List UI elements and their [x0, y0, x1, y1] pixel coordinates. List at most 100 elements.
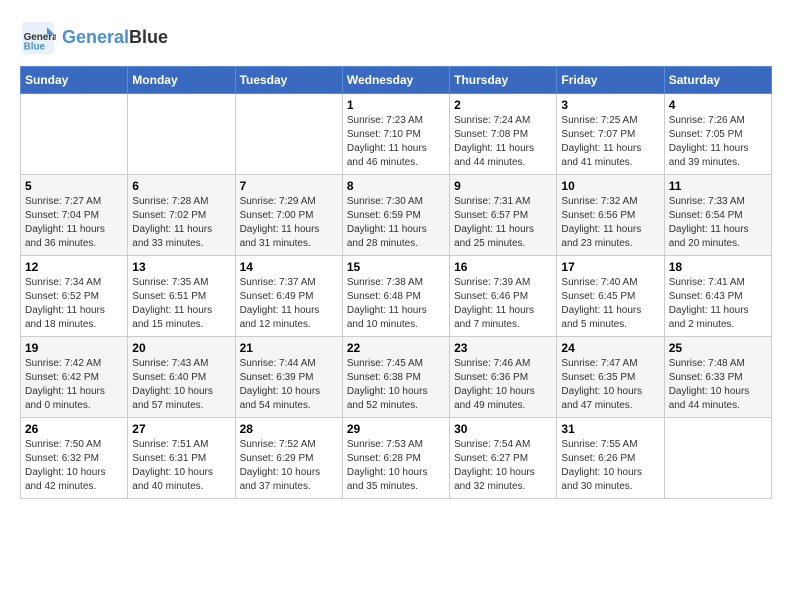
day-info: Sunrise: 7:29 AM Sunset: 7:00 PM Dayligh… [240, 195, 338, 251]
calendar-cell: 21Sunrise: 7:44 AM Sunset: 6:39 PM Dayli… [235, 337, 342, 418]
calendar-cell: 24 Sunrise: 7:47 AM Sunset: 6:35 PM Dayli… [557, 337, 664, 418]
day-info: Sunrise: 7:30 AM Sunset: 6:59 PM Dayligh… [347, 195, 445, 251]
day-number: 18 [669, 260, 767, 274]
day-number: 28 [240, 422, 338, 436]
calendar-cell [235, 94, 342, 175]
calendar-week-row: 19 Sunrise: 7:42 AM Sunset: 6:42 PM Dayli… [21, 337, 772, 418]
calendar-cell: 13 Sunrise: 7:35 AM Sunset: 6:51 PM Dayli… [128, 256, 235, 337]
day-number: 11 [669, 179, 767, 193]
day-info: Sunrise: 7:50 AM Sunset: 6:32 PM Dayligh… [25, 438, 123, 494]
logo: General Blue GeneralBlue [20, 20, 168, 56]
day-number: 14 [240, 260, 338, 274]
day-info: Sunrise: 7:47 AM Sunset: 6:35 PM Dayligh… [561, 357, 659, 413]
day-of-week-header: Saturday [664, 67, 771, 94]
calendar-week-row: 12 Sunrise: 7:34 AM Sunset: 6:52 PM Dayli… [21, 256, 772, 337]
day-info: Sunrise: 7:41 AM Sunset: 6:43 PM Dayligh… [669, 276, 767, 332]
day-number: 20 [132, 341, 230, 355]
day-number: 31 [561, 422, 659, 436]
day-info: Sunrise: 7:53 AM Sunset: 6:28 PM Dayligh… [347, 438, 445, 494]
calendar-cell: 8 Sunrise: 7:30 AM Sunset: 6:59 PM Daylig… [342, 175, 449, 256]
day-info: Sunrise: 7:48 AM Sunset: 6:33 PM Dayligh… [669, 357, 767, 413]
day-number: 5 [25, 179, 123, 193]
calendar-week-row: 5 Sunrise: 7:27 AM Sunset: 7:04 PM Daylig… [21, 175, 772, 256]
day-number: 6 [132, 179, 230, 193]
day-number: 15 [347, 260, 445, 274]
day-info: Sunrise: 7:42 AM Sunset: 6:42 PM Dayligh… [25, 357, 123, 413]
calendar-cell: 31 Sunrise: 7:55 AM Sunset: 6:26 PM Dayli… [557, 418, 664, 499]
calendar-cell: 30 Sunrise: 7:54 AM Sunset: 6:27 PM Dayli… [450, 418, 557, 499]
day-info: Sunrise: 7:23 AM Sunset: 7:10 PM Dayligh… [347, 114, 445, 170]
day-number: 24 [561, 341, 659, 355]
day-info: Sunrise: 7:32 AM Sunset: 6:56 PM Dayligh… [561, 195, 659, 251]
day-info: Sunrise: 7:26 AM Sunset: 7:05 PM Dayligh… [669, 114, 767, 170]
calendar-cell: 17Sunrise: 7:40 AM Sunset: 6:45 PM Dayli… [557, 256, 664, 337]
calendar-cell: 7 Sunrise: 7:29 AM Sunset: 7:00 PM Daylig… [235, 175, 342, 256]
calendar-cell: 22 Sunrise: 7:45 AM Sunset: 6:38 PM Dayli… [342, 337, 449, 418]
calendar-cell: 11 Sunrise: 7:33 AM Sunset: 6:54 PM Dayli… [664, 175, 771, 256]
calendar-cell: 2 Sunrise: 7:24 AM Sunset: 7:08 PM Daylig… [450, 94, 557, 175]
day-number: 10 [561, 179, 659, 193]
day-number: 9 [454, 179, 552, 193]
day-info: Sunrise: 7:35 AM Sunset: 6:51 PM Dayligh… [132, 276, 230, 332]
day-of-week-header: Monday [128, 67, 235, 94]
day-number: 12 [25, 260, 123, 274]
day-number: 29 [347, 422, 445, 436]
calendar-week-row: 1 Sunrise: 7:23 AM Sunset: 7:10 PM Daylig… [21, 94, 772, 175]
day-info: Sunrise: 7:45 AM Sunset: 6:38 PM Dayligh… [347, 357, 445, 413]
day-of-week-header: Thursday [450, 67, 557, 94]
day-info: Sunrise: 7:39 AM Sunset: 6:46 PM Dayligh… [454, 276, 552, 332]
day-of-week-header: Friday [557, 67, 664, 94]
calendar-cell: 16 Sunrise: 7:39 AM Sunset: 6:46 PM Dayli… [450, 256, 557, 337]
logo-text: GeneralBlue [62, 28, 168, 48]
calendar-table: SundayMondayTuesdayWednesdayThursdayFrid… [20, 66, 772, 499]
calendar-cell: 1 Sunrise: 7:23 AM Sunset: 7:10 PM Daylig… [342, 94, 449, 175]
day-number: 8 [347, 179, 445, 193]
day-number: 22 [347, 341, 445, 355]
calendar-cell: 18 Sunrise: 7:41 AM Sunset: 6:43 PM Dayli… [664, 256, 771, 337]
calendar-cell: 9Sunrise: 7:31 AM Sunset: 6:57 PM Daylig… [450, 175, 557, 256]
day-number: 27 [132, 422, 230, 436]
day-of-week-header: Wednesday [342, 67, 449, 94]
calendar-body: 1 Sunrise: 7:23 AM Sunset: 7:10 PM Daylig… [21, 94, 772, 499]
day-of-week-header: Tuesday [235, 67, 342, 94]
day-number: 3 [561, 98, 659, 112]
day-number: 1 [347, 98, 445, 112]
day-number: 25 [669, 341, 767, 355]
day-number: 30 [454, 422, 552, 436]
day-number: 23 [454, 341, 552, 355]
day-number: 2 [454, 98, 552, 112]
day-number: 7 [240, 179, 338, 193]
day-number: 13 [132, 260, 230, 274]
calendar-cell: 29 Sunrise: 7:53 AM Sunset: 6:28 PM Dayli… [342, 418, 449, 499]
calendar-cell: 25 Sunrise: 7:48 AM Sunset: 6:33 PM Dayli… [664, 337, 771, 418]
svg-text:Blue: Blue [24, 42, 46, 53]
calendar-cell: 12 Sunrise: 7:34 AM Sunset: 6:52 PM Dayli… [21, 256, 128, 337]
day-info: Sunrise: 7:27 AM Sunset: 7:04 PM Dayligh… [25, 195, 123, 251]
day-of-week-header: Sunday [21, 67, 128, 94]
day-number: 16 [454, 260, 552, 274]
calendar-cell: 4 Sunrise: 7:26 AM Sunset: 7:05 PM Daylig… [664, 94, 771, 175]
day-info: Sunrise: 7:34 AM Sunset: 6:52 PM Dayligh… [25, 276, 123, 332]
day-number: 4 [669, 98, 767, 112]
day-info: Sunrise: 7:43 AM Sunset: 6:40 PM Dayligh… [132, 357, 230, 413]
calendar-cell [664, 418, 771, 499]
calendar-cell: 19 Sunrise: 7:42 AM Sunset: 6:42 PM Dayli… [21, 337, 128, 418]
calendar-cell: 26Sunrise: 7:50 AM Sunset: 6:32 PM Dayli… [21, 418, 128, 499]
day-info: Sunrise: 7:37 AM Sunset: 6:49 PM Dayligh… [240, 276, 338, 332]
calendar-cell: 27Sunrise: 7:51 AM Sunset: 6:31 PM Dayli… [128, 418, 235, 499]
calendar-cell: 23 Sunrise: 7:46 AM Sunset: 6:36 PM Dayli… [450, 337, 557, 418]
calendar-week-row: 26Sunrise: 7:50 AM Sunset: 6:32 PM Dayli… [21, 418, 772, 499]
page-header: General Blue GeneralBlue [20, 20, 772, 56]
days-of-week-row: SundayMondayTuesdayWednesdayThursdayFrid… [21, 67, 772, 94]
calendar-cell: 5 Sunrise: 7:27 AM Sunset: 7:04 PM Daylig… [21, 175, 128, 256]
calendar-cell: 6Sunrise: 7:28 AM Sunset: 7:02 PM Daylig… [128, 175, 235, 256]
calendar-cell: 15Sunrise: 7:38 AM Sunset: 6:48 PM Dayli… [342, 256, 449, 337]
day-info: Sunrise: 7:24 AM Sunset: 7:08 PM Dayligh… [454, 114, 552, 170]
day-info: Sunrise: 7:55 AM Sunset: 6:26 PM Dayligh… [561, 438, 659, 494]
calendar-cell: 3Sunrise: 7:25 AM Sunset: 7:07 PM Daylig… [557, 94, 664, 175]
day-info: Sunrise: 7:54 AM Sunset: 6:27 PM Dayligh… [454, 438, 552, 494]
day-info: Sunrise: 7:46 AM Sunset: 6:36 PM Dayligh… [454, 357, 552, 413]
calendar-cell: 14 Sunrise: 7:37 AM Sunset: 6:49 PM Dayli… [235, 256, 342, 337]
day-number: 19 [25, 341, 123, 355]
day-info: Sunrise: 7:33 AM Sunset: 6:54 PM Dayligh… [669, 195, 767, 251]
